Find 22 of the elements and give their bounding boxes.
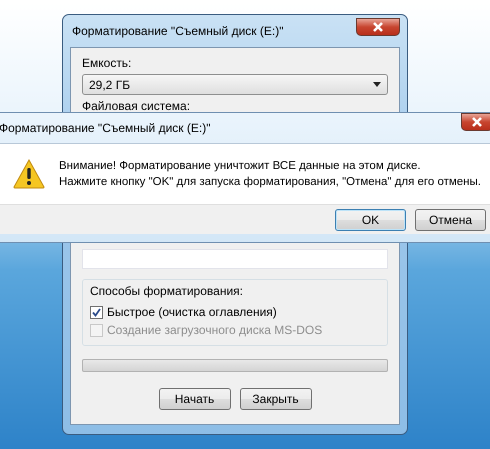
- checkbox-label: Создание загрузочного диска MS-DOS: [107, 323, 322, 337]
- message-text: Нажмите кнопку "OK" для запуска форматирования, "Отмена" для его отмены.: [59, 176, 481, 188]
- window-title: Форматирование "Съемный диск (E:)": [71, 24, 284, 38]
- close-button[interactable]: [461, 113, 490, 131]
- dialog-button[interactable]: OK: [335, 208, 406, 230]
- checkbox[interactable]: [90, 306, 103, 318]
- close-icon: [372, 22, 384, 32]
- capacity-label: Емкость:: [82, 56, 132, 70]
- dropdown-arrow-icon: [373, 82, 381, 87]
- dialog-button[interactable]: Начать: [158, 388, 230, 410]
- volume-label-field[interactable]: [82, 249, 388, 269]
- dialog-button[interactable]: Отмена: [415, 208, 486, 230]
- file-system-label: Файловая система:: [82, 99, 192, 113]
- close-button[interactable]: [356, 18, 400, 36]
- window-title: Форматирование "Съемный диск (E:)": [0, 121, 210, 135]
- group-label: Способы форматирования:: [90, 284, 244, 298]
- warning-icon: [13, 159, 45, 189]
- close-icon: [471, 117, 483, 127]
- capacity-dropdown[interactable]: 29,2 ГБ: [82, 74, 388, 95]
- checkbox-label: Быстрое (очистка оглавления): [107, 305, 277, 319]
- dialog-button[interactable]: Закрыть: [240, 388, 312, 410]
- message-text: Внимание! Форматирование уничтожит ВСЕ данные на этом диске.: [59, 160, 422, 172]
